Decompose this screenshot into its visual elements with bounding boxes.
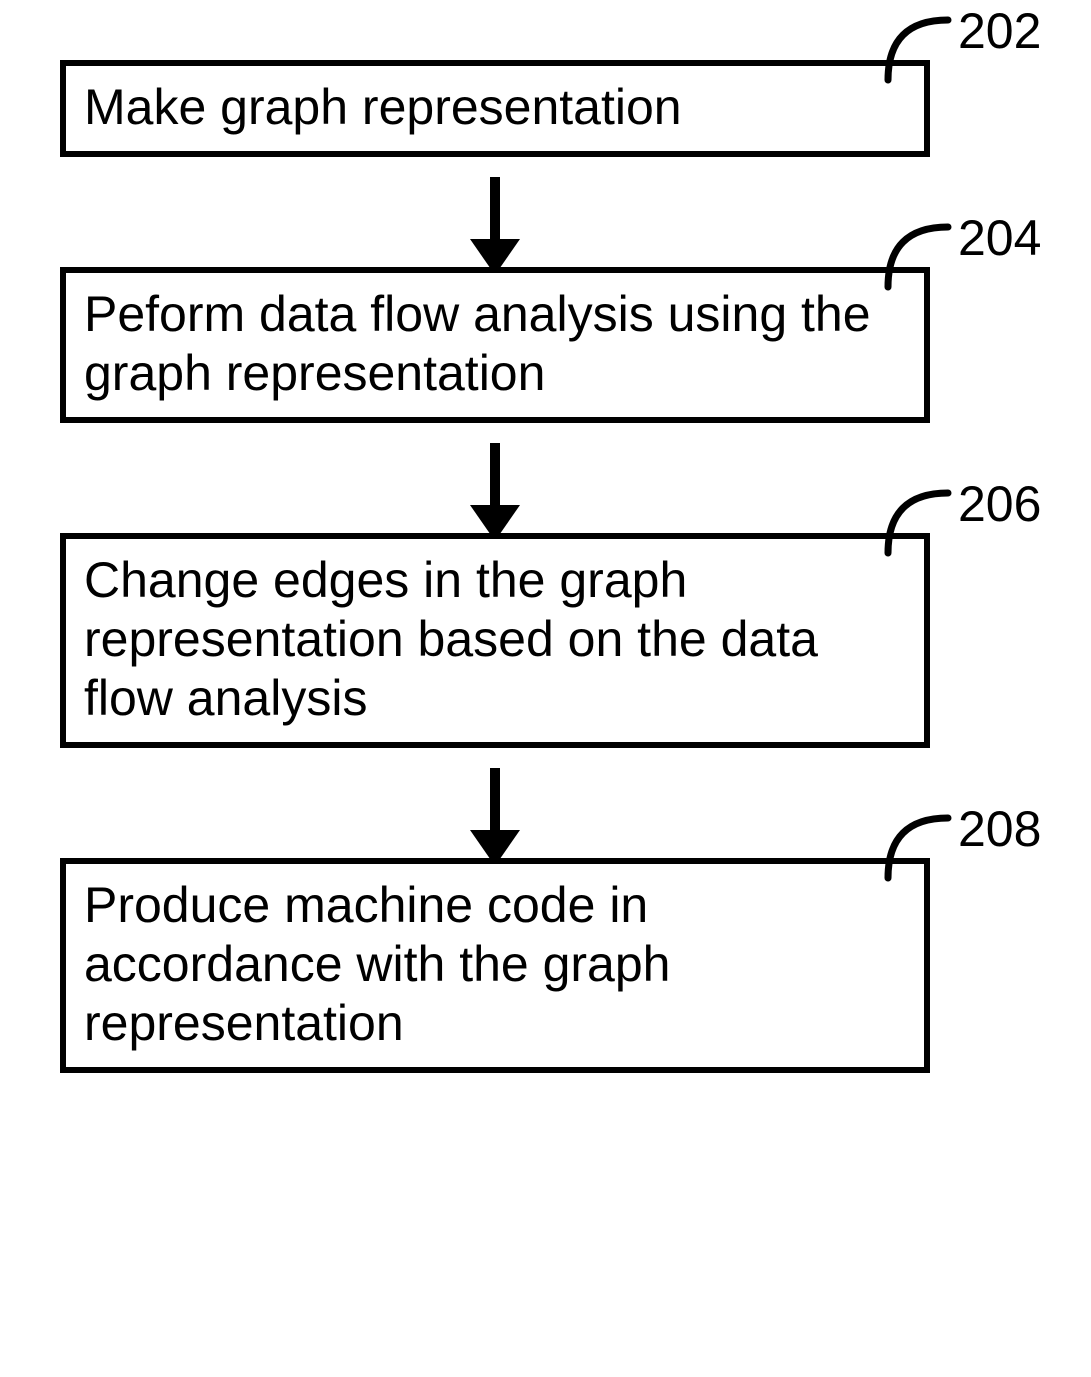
step-label: 206 — [958, 475, 1041, 533]
step-box: Peform data flow analysis using the grap… — [60, 267, 930, 423]
flow-arrow — [60, 423, 930, 533]
step-label: 204 — [958, 209, 1041, 267]
flowchart: 202 Make graph representation 204 Peform… — [60, 60, 1030, 1073]
step-text: Peform data flow analysis using the grap… — [84, 286, 871, 401]
step-box: Produce machine code in accordance with … — [60, 858, 930, 1073]
flow-arrow — [60, 748, 930, 858]
flow-arrow — [60, 157, 930, 267]
step-label: 208 — [958, 800, 1041, 858]
step-text: Produce machine code in accordance with … — [84, 877, 670, 1051]
step-box: Make graph representation — [60, 60, 930, 157]
flow-step: 204 Peform data flow analysis using the … — [60, 267, 1030, 423]
step-label: 202 — [958, 2, 1041, 60]
step-box: Change edges in the graph representation… — [60, 533, 930, 748]
flow-step: 206 Change edges in the graph representa… — [60, 533, 1030, 748]
flow-step: 202 Make graph representation — [60, 60, 1030, 157]
step-text: Make graph representation — [84, 79, 682, 135]
step-text: Change edges in the graph representation… — [84, 552, 818, 726]
flow-step: 208 Produce machine code in accordance w… — [60, 858, 1030, 1073]
